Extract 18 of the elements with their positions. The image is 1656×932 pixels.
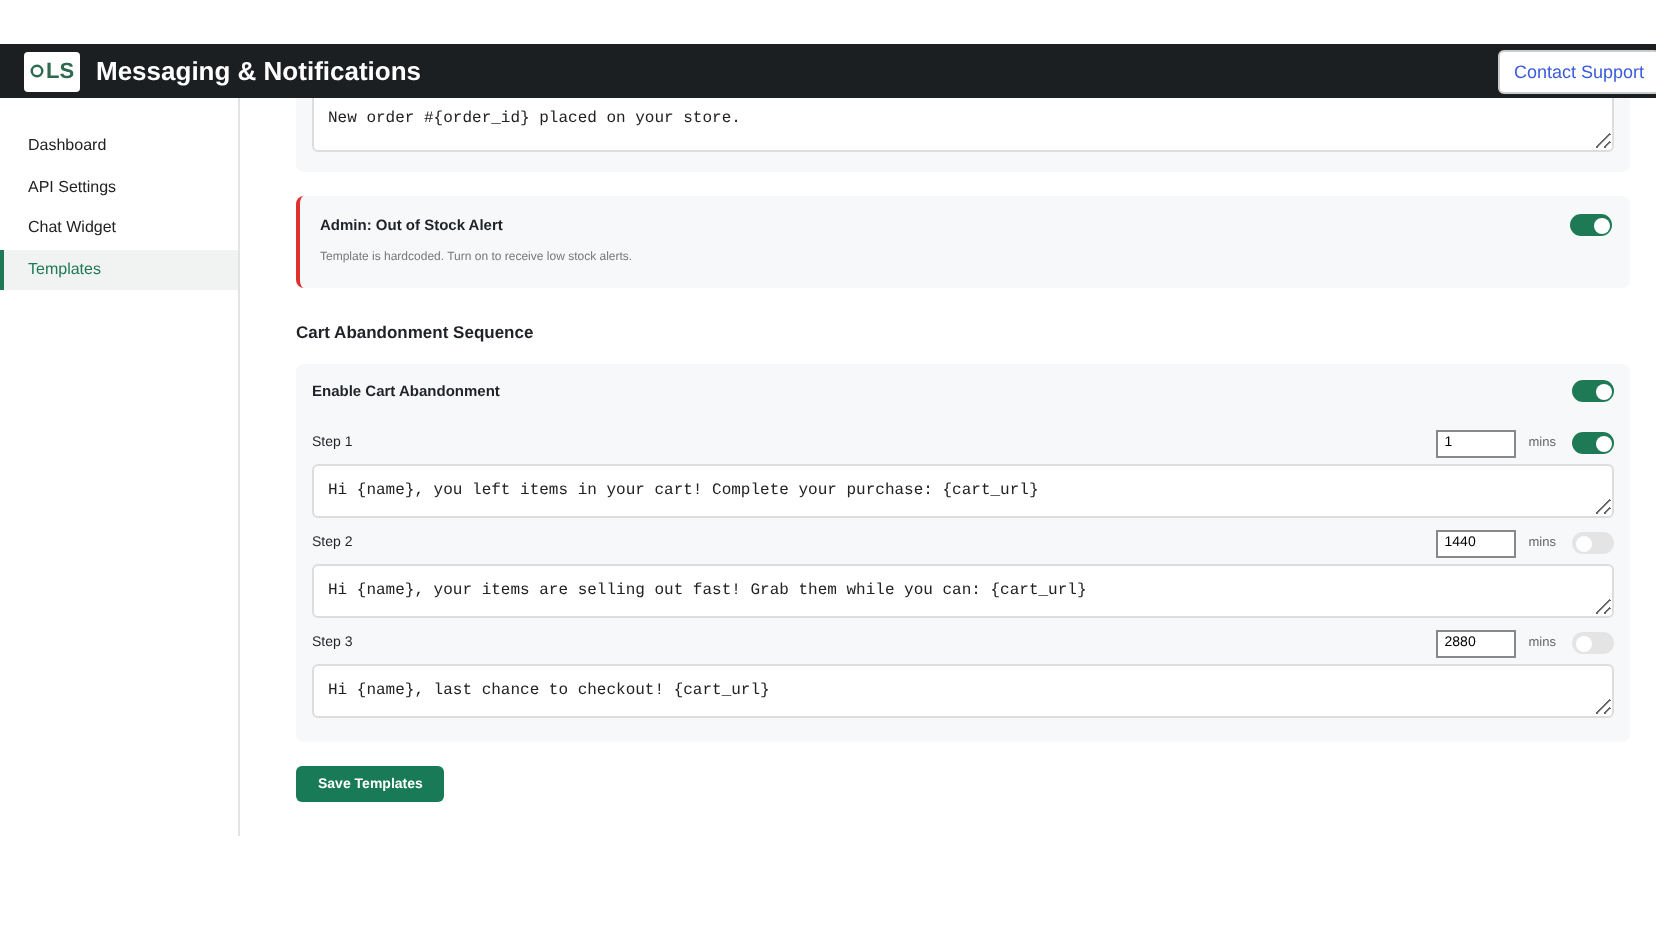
section-heading: Cart Abandonment Sequence bbox=[296, 322, 536, 342]
sidebar-item[interactable]: API Settings bbox=[0, 167, 238, 208]
sidebar-item[interactable]: Dashboard bbox=[0, 126, 238, 167]
toggle-switch[interactable] bbox=[1570, 214, 1612, 236]
logo-text: LS bbox=[45, 59, 75, 83]
sidebar-item[interactable]: Chat Widget bbox=[0, 208, 238, 249]
toggle-switch[interactable] bbox=[1572, 532, 1614, 554]
toggle-switch[interactable] bbox=[1572, 432, 1614, 454]
message-field[interactable]: Hi {name}, you left items in your cart! Complete your purchase: {cart_url} bbox=[312, 464, 1614, 518]
ring-icon bbox=[29, 64, 44, 78]
sidebar-item[interactable]: Templates bbox=[0, 249, 238, 290]
toggle-switch[interactable] bbox=[1572, 632, 1614, 654]
message-field[interactable]: New order #{order_id} placed on your store. bbox=[312, 98, 1614, 152]
message-field[interactable]: Hi {name}, your items are selling out fast! Grab them while you can: {cart_url} bbox=[312, 564, 1614, 618]
page-title: Messaging & Notifications bbox=[96, 56, 424, 86]
toggle-switch[interactable] bbox=[1572, 380, 1614, 402]
contact-support-button[interactable]: Contact Support bbox=[1497, 49, 1656, 93]
message-field[interactable]: Hi {name}, last chance to checkout! {cart_url} bbox=[312, 664, 1614, 718]
